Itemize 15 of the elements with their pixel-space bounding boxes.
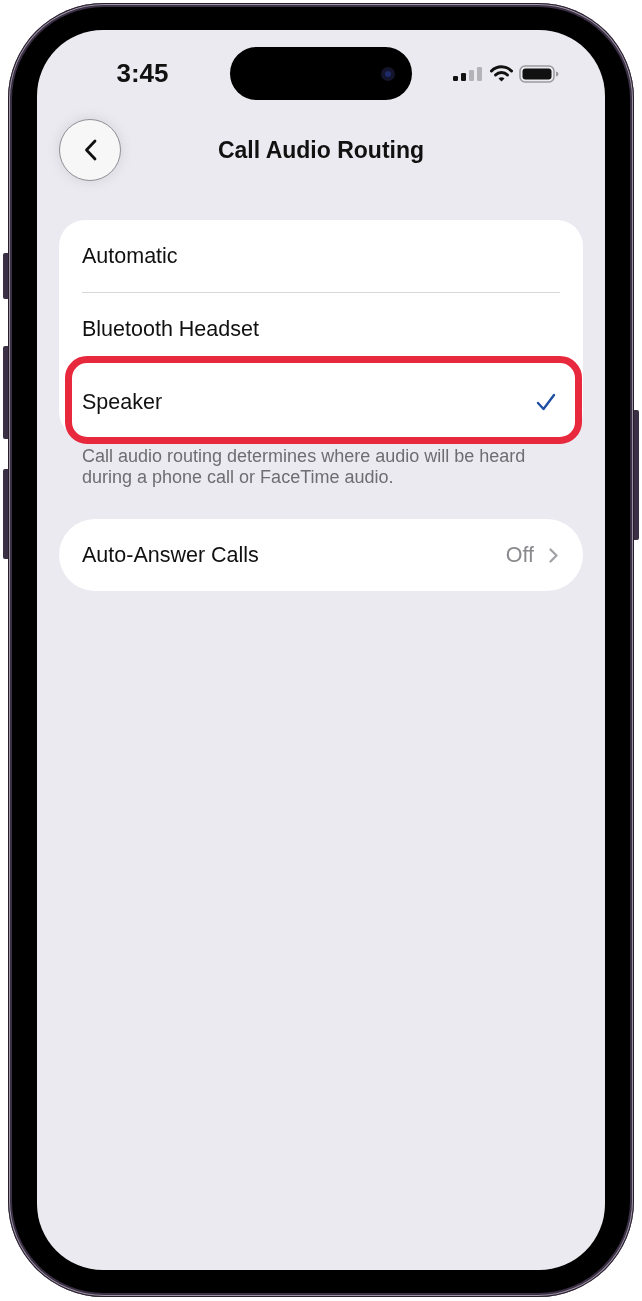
auto-answer-row[interactable]: Auto-Answer Calls Off — [59, 519, 583, 591]
routing-option[interactable]: Bluetooth Headset — [59, 303, 583, 355]
wifi-icon — [489, 65, 513, 82]
signal-icon — [452, 66, 484, 81]
camera-lens-icon — [381, 66, 395, 81]
footer-note: Call audio routing determines where audio will be heard during a phone call or FaceTime audio. — [82, 446, 527, 488]
chevron-right-icon — [549, 547, 558, 563]
screen-title: Call Audio Routing — [217, 136, 425, 164]
battery-icon — [518, 64, 559, 83]
status-time: 3:45 — [115, 58, 169, 89]
setting-label: Auto-Answer Calls — [82, 542, 260, 568]
setting-value: Off — [505, 542, 534, 568]
routing-option[interactable]: Automatic — [59, 230, 583, 282]
routing-option[interactable]: Speaker — [59, 376, 583, 428]
chevron-left-icon — [83, 139, 97, 161]
